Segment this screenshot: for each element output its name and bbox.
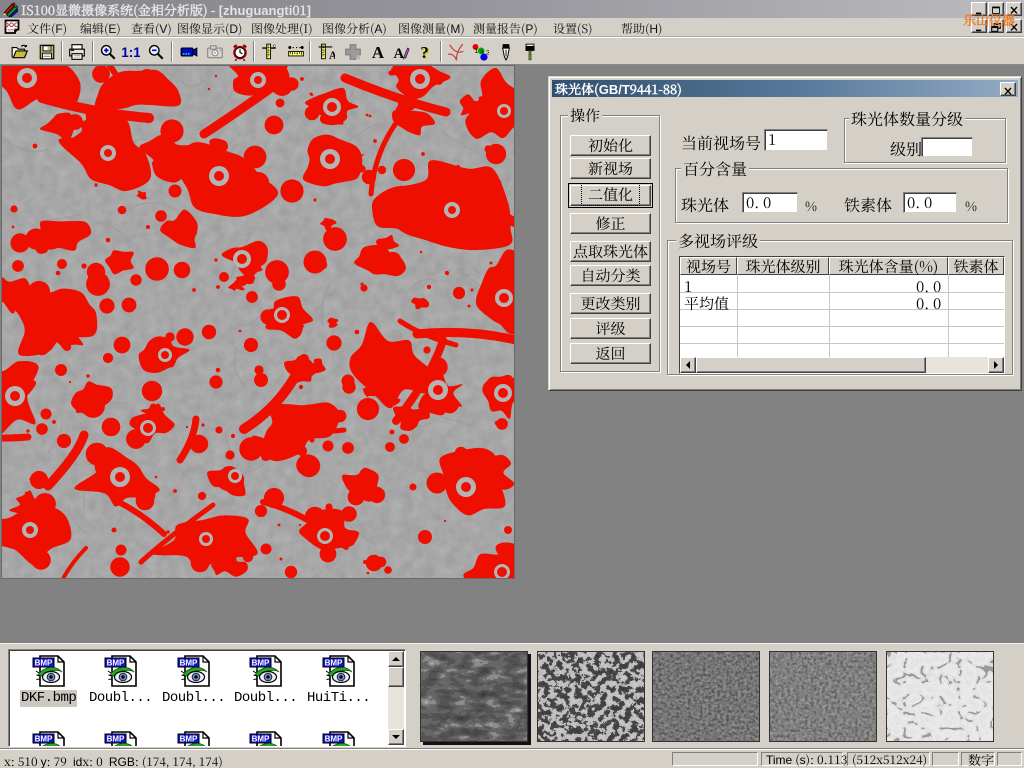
- svg-text:BMP: BMP: [35, 735, 53, 744]
- svg-text:BMP: BMP: [252, 735, 270, 744]
- svg-text:BMP: BMP: [35, 659, 53, 668]
- svg-text:BMP: BMP: [180, 735, 198, 744]
- svg-text:A: A: [372, 43, 385, 61]
- svg-text:BMP: BMP: [325, 659, 343, 668]
- svg-text:BMP: BMP: [252, 659, 270, 668]
- svg-text:c: c: [273, 44, 276, 50]
- svg-text:A: A: [393, 46, 404, 61]
- svg-text:BMP: BMP: [107, 659, 125, 668]
- svg-text:DOC: DOC: [4, 22, 19, 29]
- svg-text:BMP: BMP: [325, 735, 343, 744]
- svg-text:3: 3: [486, 49, 489, 56]
- svg-text:A: A: [329, 50, 335, 61]
- svg-text:BMP: BMP: [107, 735, 125, 744]
- svg-text:1: 1: [474, 48, 478, 55]
- svg-text:BMP: BMP: [180, 659, 198, 668]
- svg-text:a: a: [480, 48, 484, 55]
- svg-text:1:1: 1:1: [122, 45, 140, 60]
- svg-text:?: ?: [420, 43, 428, 61]
